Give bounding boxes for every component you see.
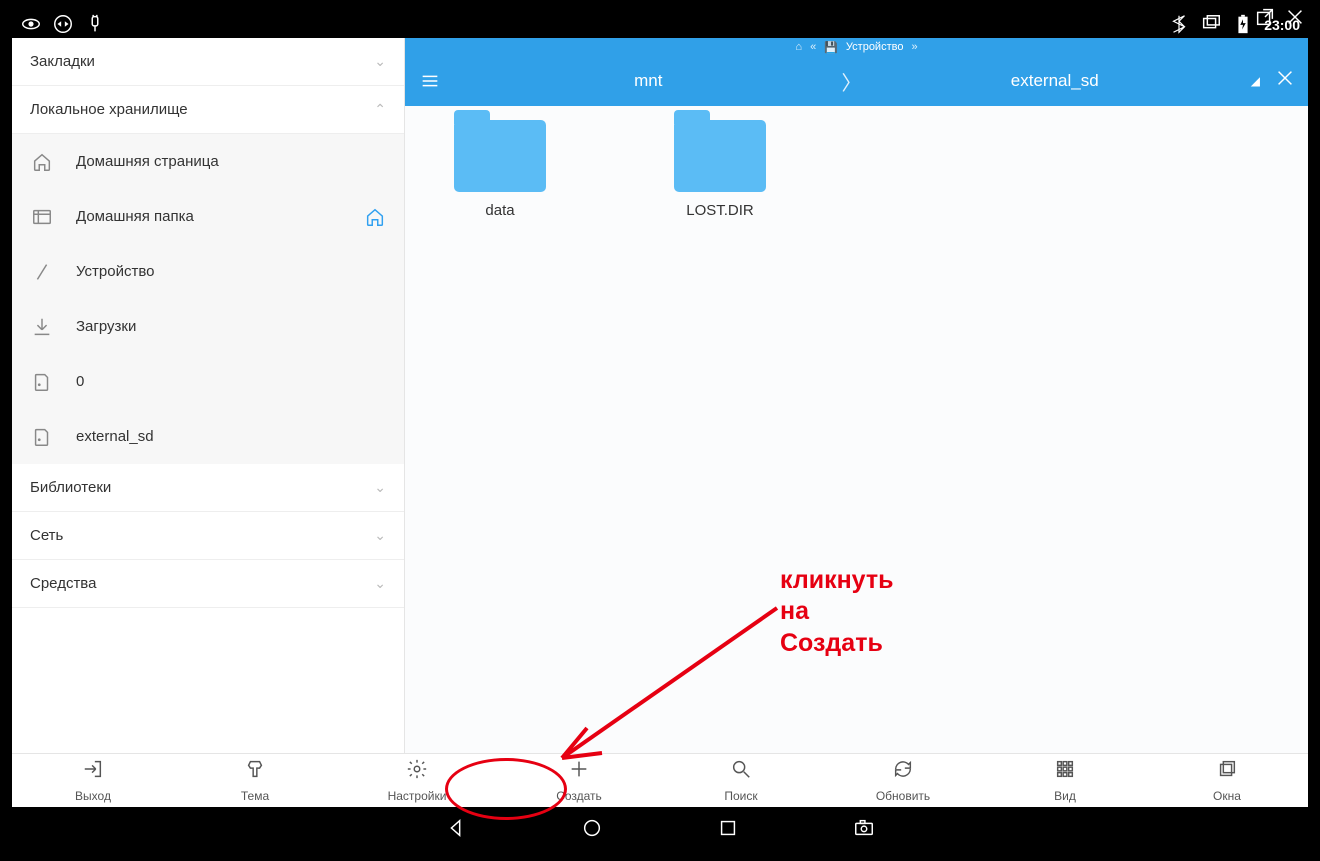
home-mini-icon: ⌂	[795, 41, 802, 53]
sidebar-item-home-folder[interactable]: Домашняя папка	[12, 189, 404, 244]
folder-label: data	[485, 202, 514, 219]
screenshot-button[interactable]	[851, 815, 877, 841]
folder-label: LOST.DIR	[686, 202, 754, 219]
sidebar-item-label: 0	[76, 373, 84, 390]
sidebar-item-label: Домашняя страница	[76, 153, 219, 170]
chevron-mini-icon: «	[810, 41, 816, 53]
plug-icon	[84, 13, 106, 38]
sidebar-section-libraries[interactable]: Библиотеки ⌄	[12, 464, 404, 512]
chevron-down-icon: ⌄	[374, 53, 386, 70]
sidebar-section-local-storage[interactable]: Локальное хранилище ⌃	[12, 86, 404, 134]
plus-icon	[568, 758, 590, 786]
slash-icon	[30, 260, 54, 284]
sidebar-item-device[interactable]: Устройство	[12, 244, 404, 299]
folder-item[interactable]: LOST.DIR	[645, 120, 795, 219]
path-bar: mnt 〉 external_sd ◢	[405, 56, 1308, 106]
sidebar-section-label: Сеть	[30, 527, 63, 544]
sidebar-item-label: Домашняя папка	[76, 208, 194, 225]
chevron-mini-icon: »	[911, 41, 917, 53]
bluetooth-icon	[1168, 13, 1190, 38]
folder-item[interactable]: data	[425, 120, 575, 219]
home-button[interactable]	[579, 815, 605, 841]
theme-button[interactable]: Тема	[174, 754, 336, 807]
toolbar-label: Настройки	[388, 789, 447, 803]
mini-breadcrumb[interactable]: ⌂ « 💾 Устройство »	[405, 38, 1308, 56]
refresh-button[interactable]: Обновить	[822, 754, 984, 807]
content-area: ⌂ « 💾 Устройство » mnt 〉 external_sd ◢	[405, 38, 1308, 753]
sidebar-item-label: external_sd	[76, 428, 154, 445]
view-icon	[1054, 758, 1076, 786]
chevron-down-icon: ⌄	[374, 527, 386, 544]
windows-icon	[1200, 13, 1222, 38]
bottom-toolbar: Выход Тема Настройки Создать Поиск Обнов…	[12, 753, 1308, 807]
chevron-down-icon: ⌄	[374, 479, 386, 496]
toolbar-label: Вид	[1054, 789, 1076, 803]
sidebar-section-label: Библиотеки	[30, 479, 111, 496]
create-button[interactable]: Создать	[498, 754, 660, 807]
settings-icon	[406, 758, 428, 786]
sidebar-section-label: Закладки	[30, 53, 95, 70]
toolbar-label: Поиск	[724, 789, 757, 803]
recent-button[interactable]	[715, 815, 741, 841]
android-nav-bar	[12, 807, 1308, 849]
menu-icon[interactable]	[405, 70, 455, 92]
battery-charging-icon	[1232, 13, 1254, 38]
folder-icon	[454, 120, 546, 192]
chevron-up-icon: ⌃	[374, 101, 386, 118]
back-button[interactable]	[443, 815, 469, 841]
path-segment-mnt[interactable]: mnt	[455, 71, 842, 91]
mini-breadcrumb-label: Устройство	[846, 41, 904, 53]
windows-tb-icon	[1216, 758, 1238, 786]
sd-icon	[30, 370, 54, 394]
sidebar-section-bookmarks[interactable]: Закладки ⌄	[12, 38, 404, 86]
home-icon	[30, 150, 54, 174]
sidebar: Закладки ⌄ Локальное хранилище ⌃ Домашня…	[12, 38, 405, 753]
exit-button[interactable]: Выход	[12, 754, 174, 807]
search-button[interactable]: Поиск	[660, 754, 822, 807]
folder-grid: data LOST.DIR	[405, 106, 1308, 753]
toolbar-label: Создать	[556, 789, 602, 803]
home-active-icon	[364, 206, 386, 228]
refresh-icon	[892, 758, 914, 786]
popout-icon[interactable]	[1254, 6, 1276, 34]
exit-icon	[82, 758, 104, 786]
sidebar-section-tools[interactable]: Средства ⌄	[12, 560, 404, 608]
sidebar-item-sd-0[interactable]: 0	[12, 354, 404, 409]
chevron-down-icon: ⌄	[374, 575, 386, 592]
sidebar-section-label: Локальное хранилище	[30, 101, 188, 118]
close-icon[interactable]	[1284, 6, 1306, 34]
search-icon	[730, 758, 752, 786]
toolbar-label: Тема	[241, 789, 269, 803]
eye-icon	[20, 13, 42, 38]
expand-triangle-icon[interactable]: ◢	[1251, 74, 1260, 88]
status-bar: 23:00	[12, 12, 1308, 38]
folder-icon	[674, 120, 766, 192]
settings-button[interactable]: Настройки	[336, 754, 498, 807]
sidebar-item-label: Загрузки	[76, 318, 136, 335]
sidebar-section-network[interactable]: Сеть ⌄	[12, 512, 404, 560]
sidebar-section-label: Средства	[30, 575, 96, 592]
toolbar-label: Окна	[1213, 789, 1241, 803]
sd-icon	[30, 425, 54, 449]
sidebar-item-downloads[interactable]: Загрузки	[12, 299, 404, 354]
path-segment-external-sd[interactable]: external_sd	[862, 71, 1249, 91]
theme-icon	[244, 758, 266, 786]
download-icon	[30, 315, 54, 339]
teamviewer-icon	[52, 13, 74, 38]
path-separator-icon: 〉	[842, 67, 862, 96]
sidebar-item-label: Устройство	[76, 263, 154, 280]
view-button[interactable]: Вид	[984, 754, 1146, 807]
sidebar-item-home-page[interactable]: Домашняя страница	[12, 134, 404, 189]
toolbar-label: Выход	[75, 789, 111, 803]
sidebar-item-external-sd[interactable]: external_sd	[12, 409, 404, 464]
folder-tree-icon	[30, 205, 54, 229]
windows-button[interactable]: Окна	[1146, 754, 1308, 807]
device-mini-icon: 💾	[824, 41, 838, 54]
toolbar-label: Обновить	[876, 789, 930, 803]
close-tab-icon[interactable]	[1274, 67, 1296, 95]
